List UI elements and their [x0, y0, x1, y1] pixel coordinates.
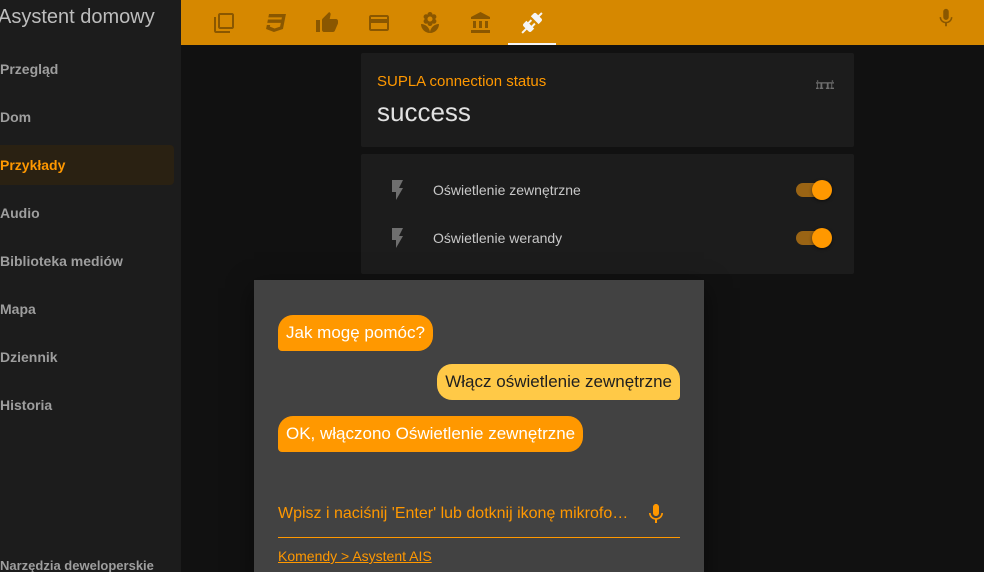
- tab-power-plug[interactable]: [508, 0, 556, 45]
- css3-icon: [266, 13, 286, 32]
- microphone-icon: [649, 504, 663, 523]
- flash-icon: [387, 226, 407, 250]
- thumb-up-icon: [316, 11, 338, 32]
- tab-cards[interactable]: [200, 0, 248, 45]
- card-icon: [369, 14, 389, 31]
- bridge-icon: [814, 75, 836, 93]
- cards-icon: [214, 12, 234, 33]
- user-message: Włącz oświetlenie zewnętrzne: [437, 364, 680, 400]
- message-input[interactable]: [278, 500, 633, 528]
- sidebar-item-logbook[interactable]: Dziennik: [0, 337, 174, 377]
- power-plug-icon: [521, 11, 543, 34]
- outdoor-light-toggle[interactable]: [796, 180, 832, 200]
- tab-bank[interactable]: [457, 0, 505, 45]
- status-card-value: success: [377, 97, 471, 127]
- assistant-message: Jak mogę pomóc?: [278, 315, 433, 351]
- flower-icon: [421, 11, 439, 33]
- sidebar-item-audio[interactable]: Audio: [0, 193, 174, 233]
- message-input-field: [278, 496, 680, 538]
- tab-card[interactable]: [355, 0, 403, 45]
- switch-row-outdoor-light: Oświetlenie zewnętrzne: [361, 166, 854, 214]
- sidebar: Asystent domowy Przegląd Dom Przykłady A…: [0, 0, 181, 572]
- status-card-title: SUPLA connection status: [377, 73, 547, 90]
- toolbar: [181, 0, 984, 45]
- switch-label: Oświetlenie werandy: [433, 230, 563, 246]
- switch-row-porch-light: Oświetlenie werandy: [361, 214, 854, 262]
- toolbar-mic-button[interactable]: [934, 0, 958, 36]
- sidebar-item-developer-tools[interactable]: Narzędzia deweloperskie: [0, 558, 154, 572]
- sidebar-item-home[interactable]: Dom: [0, 97, 174, 137]
- assistant-dialog: Jak mogę pomóc? Włącz oświetlenie zewnęt…: [254, 280, 704, 572]
- microphone-icon: [939, 8, 953, 27]
- supla-status-card[interactable]: SUPLA connection status success: [361, 53, 854, 147]
- switch-label: Oświetlenie zewnętrzne: [433, 182, 581, 198]
- porch-light-toggle[interactable]: [796, 228, 832, 248]
- sidebar-item-media-library[interactable]: Biblioteka mediów: [0, 241, 174, 281]
- flash-icon: [387, 178, 407, 202]
- sidebar-nav: Przegląd Dom Przykłady Audio Biblioteka …: [0, 49, 181, 433]
- commands-link[interactable]: Komendy > Asystent AIS: [278, 548, 432, 564]
- switches-card: Oświetlenie zewnętrzne Oświetlenie weran…: [361, 154, 854, 274]
- tab-css[interactable]: [252, 0, 300, 45]
- sidebar-item-examples[interactable]: Przykłady: [0, 145, 174, 185]
- app-title: Asystent domowy: [0, 6, 155, 28]
- sidebar-item-overview[interactable]: Przegląd: [0, 49, 174, 89]
- bank-icon: [471, 11, 490, 33]
- tab-flower[interactable]: [406, 0, 454, 45]
- assistant-message: OK, włączono Oświetlenie zewnętrzne: [278, 416, 584, 452]
- tab-thumb[interactable]: [303, 0, 351, 45]
- dialog-mic-button[interactable]: [644, 502, 668, 526]
- sidebar-item-history[interactable]: Historia: [0, 385, 174, 425]
- sidebar-item-map[interactable]: Mapa: [0, 289, 174, 329]
